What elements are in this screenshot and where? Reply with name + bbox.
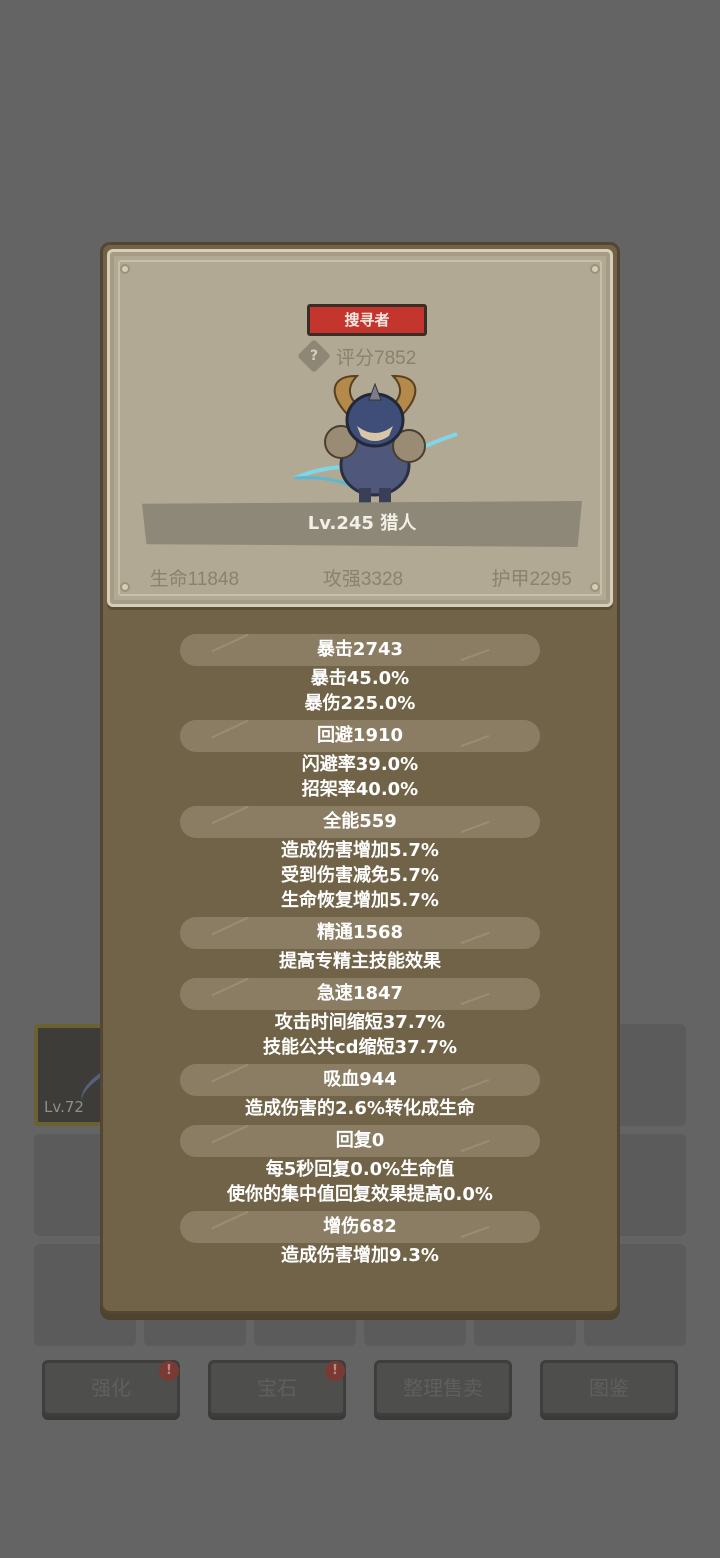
sort-sell-button[interactable]: 整理售卖 — [374, 1360, 512, 1416]
stat-line: 使你的集中值回复效果提高0.0% — [227, 1184, 493, 1205]
armor-stat: 护甲2295 — [491, 569, 572, 590]
codex-button-label: 图鉴 — [589, 1376, 629, 1400]
enhance-button[interactable]: 强化 ! — [42, 1360, 180, 1416]
gem-button-label: 宝石 — [257, 1376, 297, 1400]
hero-class-tag: 搜寻者 — [307, 304, 427, 336]
enhance-button-label: 强化 — [91, 1376, 131, 1400]
stat-header-versatility: 全能559 — [180, 806, 540, 838]
codex-button[interactable]: 图鉴 — [540, 1360, 678, 1416]
hunter-avatar-icon — [294, 374, 458, 504]
alert-badge-icon: ! — [325, 1361, 345, 1381]
slot-level: Lv.72 — [44, 1098, 84, 1116]
character-stats-panel: 搜寻者 ? 评分7852 Lv.245 猎人 生命11848 攻强3328 护甲… — [100, 242, 620, 1314]
rivet-icon — [590, 264, 600, 274]
score-row: ? 评分7852 — [297, 339, 417, 373]
stat-line: 造成伤害增加5.7% — [281, 840, 439, 861]
sort-sell-button-label: 整理售卖 — [403, 1376, 483, 1400]
gem-button[interactable]: 宝石 ! — [208, 1360, 346, 1416]
alert-badge-icon: ! — [159, 1361, 179, 1381]
secondary-stats-list: 暴击2743 暴击45.0% 暴伤225.0% 回避1910 闪避率39.0% … — [103, 630, 617, 1268]
hero-score: 评分7852 — [336, 347, 417, 369]
stat-line: 造成伤害增加9.3% — [281, 1245, 439, 1266]
stat-line: 闪避率39.0% — [301, 754, 419, 775]
hero-card: 搜寻者 ? 评分7852 Lv.245 猎人 生命11848 攻强3328 护甲… — [107, 249, 613, 607]
question-icon[interactable]: ? — [297, 339, 331, 373]
stat-line: 暴伤225.0% — [304, 693, 416, 714]
stat-line: 提高专精主技能效果 — [279, 951, 441, 972]
stat-header-crit: 暴击2743 — [180, 634, 540, 666]
stat-header-damage-bonus: 增伤682 — [180, 1211, 540, 1243]
rivet-icon — [120, 264, 130, 274]
stat-line: 每5秒回复0.0%生命值 — [265, 1159, 455, 1180]
stat-line: 暴击45.0% — [310, 668, 410, 689]
stat-header-mastery: 精通1568 — [180, 917, 540, 949]
stat-header-dodge: 回避1910 — [180, 720, 540, 752]
stat-line: 造成伤害的2.6%转化成生命 — [245, 1098, 475, 1119]
stat-header-lifesteal: 吸血944 — [180, 1064, 540, 1096]
main-stats-row: 生命11848 攻强3328 护甲2295 — [110, 564, 616, 591]
stat-line: 招架率40.0% — [301, 779, 419, 800]
hp-stat: 生命11848 — [149, 569, 240, 590]
stat-line: 技能公共cd缩短37.7% — [262, 1037, 457, 1058]
stat-line: 攻击时间缩短37.7% — [274, 1012, 446, 1033]
stat-line: 受到伤害减免5.7% — [281, 865, 439, 886]
stat-line: 生命恢复增加5.7% — [281, 890, 439, 911]
attack-stat: 攻强3328 — [322, 569, 404, 590]
stat-header-haste: 急速1847 — [180, 978, 540, 1010]
stat-header-regen: 回复0 — [180, 1125, 540, 1157]
hero-name-bar: Lv.245 猎人 — [142, 501, 582, 547]
